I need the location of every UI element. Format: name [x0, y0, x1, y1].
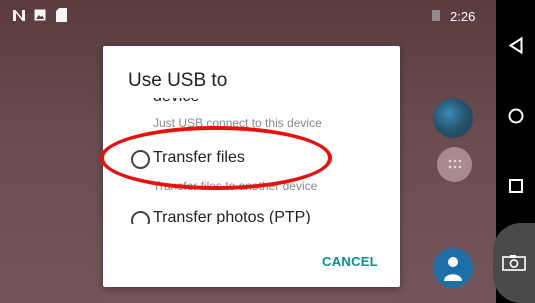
home-screen: 2:26 Use USB to device Just USB connect …: [0, 0, 496, 303]
sd-card-icon: [56, 8, 67, 22]
no-sim-icon: [432, 10, 440, 21]
globe-app-icon[interactable]: [433, 98, 473, 138]
option-transfer-photos[interactable]: Transfer photos (PTP): [153, 209, 311, 224]
dots-icon: [448, 159, 462, 169]
recents-icon[interactable]: [509, 179, 523, 193]
person-icon: [444, 257, 462, 281]
camera-shortcut-button[interactable]: [493, 223, 535, 303]
camera-icon: [502, 255, 526, 271]
radio-transfer-photos[interactable]: [131, 211, 150, 224]
option-title[interactable]: device: [153, 98, 199, 106]
home-icon[interactable]: [508, 108, 524, 124]
cancel-button[interactable]: CANCEL: [322, 254, 378, 269]
back-icon[interactable]: [509, 37, 523, 54]
image-icon: [34, 9, 46, 21]
n-icon: [13, 10, 25, 21]
status-bar: 2:26: [0, 0, 496, 30]
clock: 2:26: [450, 9, 476, 24]
dialog-title: Use USB to: [128, 70, 228, 91]
highlight-ellipse: [100, 126, 332, 190]
